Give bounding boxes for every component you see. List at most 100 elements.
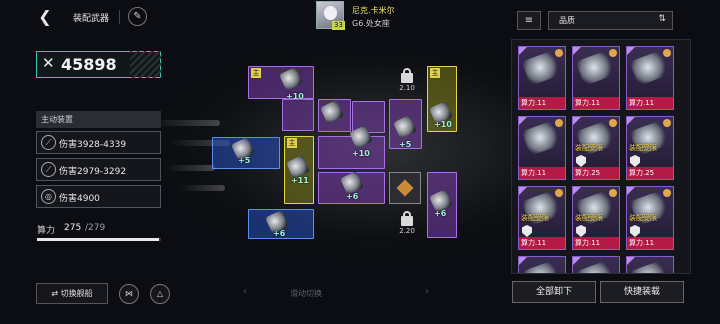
unlock-requirement: 2.10: [399, 84, 415, 92]
engine-trail: [165, 165, 215, 171]
upgrade-level: +5: [399, 140, 412, 149]
shield-icon: [630, 225, 640, 237]
active-skill-1[interactable]: ⟋ 伤害3928-4339: [36, 131, 161, 154]
card-footer: 算力.25: [573, 167, 619, 179]
upgrade-icon: [555, 119, 563, 127]
combat-power-value: 45898: [61, 55, 117, 74]
rarity-corner: [519, 257, 527, 265]
shield-icon: [522, 225, 532, 237]
card-compute-cost: 算力.25: [629, 169, 655, 177]
main-tier-badge: 主: [251, 68, 261, 78]
claw-icon: ⟋: [41, 162, 56, 177]
card-compute-cost: 算力.25: [575, 169, 601, 177]
rarity-corner: [627, 47, 635, 55]
active-skill-3[interactable]: ◎ 伤害4900: [36, 185, 161, 208]
main-tier-badge: 主: [287, 138, 297, 148]
swipe-left-icon[interactable]: ‹: [243, 286, 247, 297]
lock-icon: 2.20: [396, 211, 418, 239]
power-stripes: [130, 51, 162, 78]
upgrade-icon: [663, 189, 671, 197]
core-slot[interactable]: [389, 172, 421, 204]
weapon-icon: [575, 259, 617, 273]
upgrade-icon: [555, 49, 563, 57]
swipe-right-icon[interactable]: ›: [425, 286, 429, 297]
card-footer: 算力.11: [573, 97, 619, 109]
inventory-card[interactable]: 装配受限 算力.11: [518, 186, 566, 250]
inventory-card-partial[interactable]: [572, 256, 620, 273]
upgrade-level: +10: [434, 120, 452, 129]
pilot-level-badge: 33: [332, 21, 345, 30]
claw-icon: ⟋: [41, 135, 56, 150]
swipe-hint: 滑动切换: [290, 289, 322, 298]
formation-icon[interactable]: ⋈: [119, 284, 139, 304]
switch-ship-label: 切换舰船: [60, 289, 93, 298]
card-footer: 算力.11: [519, 167, 565, 179]
engine-trail: [180, 185, 225, 191]
skill-damage: 伤害2979-3292: [59, 167, 127, 177]
inventory-card[interactable]: 算力.11: [572, 46, 620, 110]
inventory-card[interactable]: 装配受限算力.25: [626, 116, 674, 180]
card-compute-cost: 算力.11: [521, 99, 547, 107]
unload-all-button[interactable]: 全部卸下: [512, 281, 596, 303]
filter-icon: ≡: [524, 15, 534, 26]
upgrade-level: +11: [291, 176, 309, 185]
inventory-card[interactable]: 装配受限 算力.11: [626, 186, 674, 250]
lock-icon: 2.10: [396, 68, 418, 96]
title-divider: [119, 10, 120, 24]
upgrade-icon: [609, 49, 617, 57]
weapon-icon: [521, 259, 563, 273]
compute-bar-fill: [37, 238, 160, 241]
weapon-icon: [629, 259, 671, 273]
restriction-label: 装配受限: [575, 214, 603, 222]
skill-damage: 伤害3928-4339: [59, 140, 127, 150]
upgrade-level: +5: [238, 156, 251, 165]
crossed-swords-icon: ✕: [42, 54, 55, 72]
active-skill-2[interactable]: ⟋ 伤害2979-3292: [36, 158, 161, 181]
inventory-card-partial[interactable]: [518, 256, 566, 273]
rarity-corner: [519, 47, 527, 55]
radar-icon: ◎: [41, 189, 56, 204]
compute-max: /279: [85, 223, 106, 233]
restriction-label: 装配受限: [629, 144, 657, 152]
active-devices-title: 主动装置: [36, 111, 161, 128]
compute-value: 275: [64, 223, 82, 233]
rarity-corner: [573, 187, 581, 195]
weapon-slot[interactable]: [282, 99, 314, 131]
unlock-requirement: 2.20: [399, 227, 415, 235]
inventory-card[interactable]: 装配受限 算力.11: [572, 186, 620, 250]
rarity-corner: [627, 117, 635, 125]
inventory-card[interactable]: 装配受限算力.25: [572, 116, 620, 180]
restriction-label: 装配受限: [575, 144, 603, 152]
rarity-corner: [573, 257, 581, 265]
back-icon[interactable]: ❮: [36, 8, 54, 26]
shield-icon: [576, 155, 586, 167]
rarity-corner: [519, 117, 527, 125]
upgrade-icon: [609, 189, 617, 197]
inventory-card[interactable]: 算力.11: [518, 116, 566, 180]
shield-icon: [576, 225, 586, 237]
inventory-card-partial[interactable]: [626, 256, 674, 273]
sort-dropdown[interactable]: 品质 ⇅: [548, 11, 673, 30]
rarity-corner: [573, 117, 581, 125]
rarity-corner: [573, 47, 581, 55]
upgrade-icon: [555, 189, 563, 197]
filter-button[interactable]: ≡: [517, 11, 541, 30]
switch-ship-button[interactable]: ⇄ 切换舰船: [36, 283, 108, 304]
quick-equip-button[interactable]: 快捷装载: [600, 281, 684, 303]
upgrade-icon: [663, 49, 671, 57]
fleet-icon[interactable]: △: [150, 284, 170, 304]
compute-label: 算力: [37, 226, 56, 236]
restriction-label: 装配受限: [629, 214, 657, 222]
rarity-corner: [627, 187, 635, 195]
card-compute-cost: 算力.11: [575, 99, 601, 107]
rarity-corner: [519, 187, 527, 195]
main-tier-badge: 主: [430, 68, 440, 78]
card-footer: 算力.11: [519, 237, 565, 249]
inventory-card[interactable]: 算力.11: [626, 46, 674, 110]
card-footer: 算力.25: [627, 167, 673, 179]
inventory-card[interactable]: 算力.11: [518, 46, 566, 110]
upgrade-icon: [609, 119, 617, 127]
compute-bar: [37, 238, 161, 241]
feather-icon[interactable]: ✎: [128, 7, 147, 26]
weapon-inventory[interactable]: 算力.11 算力.11 算力.11 算力.11 装配受限 算力.25 装配受限 算力.25 装配…: [511, 39, 691, 274]
